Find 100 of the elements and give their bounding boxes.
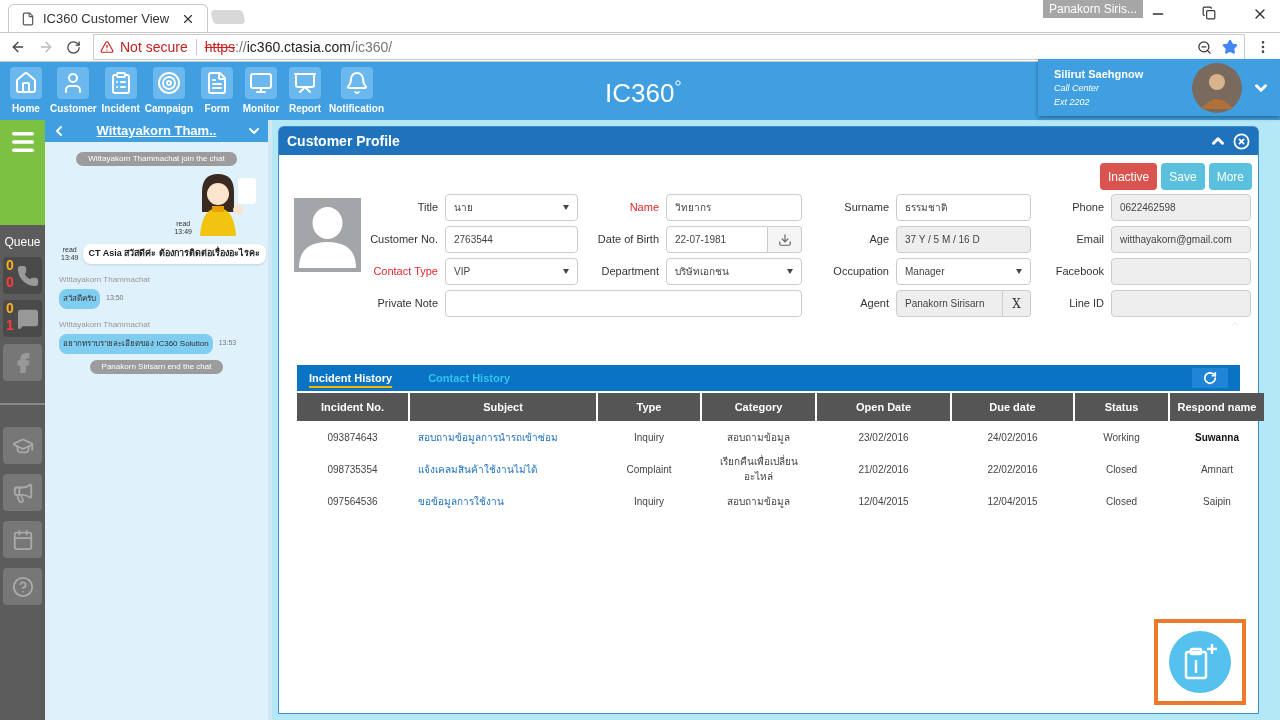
nav-item[interactable]: Form [197,66,238,116]
subject-link[interactable]: ขอข้อมูลการใช้งาน [410,485,596,517]
field-label: Title [416,201,438,214]
column-header: Category [702,393,815,421]
history-tab[interactable]: Contact History [428,369,511,387]
field-label: Occupation [832,265,889,278]
table-cell-text: 098735354 [326,462,379,477]
customer-message: อยากทราบรายละเอียดของ IC360 Solution [59,333,213,354]
phone-queue-button[interactable]: 0 0 [3,257,42,294]
restore-icon[interactable] [1202,6,1216,20]
text-field[interactable]: 2763544 [445,226,578,253]
table-cell-text: 093874643 [326,430,379,445]
action-button[interactable]: Inactive [1099,163,1158,190]
select-field[interactable]: VIP [445,258,578,285]
target-icon [152,66,185,99]
facebook-button[interactable] [3,344,42,381]
forward-icon[interactable] [38,39,54,55]
field-label: Date of Birth [596,233,659,246]
profile-badge[interactable]: Panakorn Siris... [1043,0,1144,18]
calendar-button[interactable] [3,521,42,558]
dropdown-caret-icon [787,269,793,274]
history-tab[interactable]: Incident History [309,369,393,387]
missed-count: 1 [6,318,14,332]
table-cell-text: 097564536 [326,494,379,509]
column-header: Subject [410,393,596,421]
refresh-button[interactable] [1192,368,1228,388]
graduation-cap-button[interactable] [3,427,42,464]
zoom-icon[interactable] [1197,39,1212,55]
table-cell-text: 12/04/2015 [986,494,1039,509]
select-field[interactable]: นาย [445,194,578,221]
clear-agent-button[interactable]: X [1003,290,1031,317]
date-field[interactable]: 22-07-1981 [666,226,768,253]
user-name: Silirut Saehgnow [1054,66,1144,82]
field-label: Private Note [376,297,438,310]
field-label: Phone [1071,201,1104,214]
back-icon[interactable] [10,39,26,55]
bookmark-star-icon[interactable] [1222,39,1238,55]
nav-item[interactable]: Campaign [144,66,194,116]
nav-item[interactable]: Monitor [241,66,282,116]
refresh-icon [1203,371,1217,385]
table-cell-text: Suwanna [1194,430,1240,445]
table-cell-text: Closed [1104,462,1139,477]
table-cell-text: 23/02/2016 [857,430,910,445]
field-label: Name [628,201,659,214]
nav-item[interactable]: Customer [50,66,97,116]
nav-label: Campaign [144,101,194,116]
chat-title[interactable]: Wittayakorn Tham.. [67,121,246,141]
help-button[interactable] [3,568,42,605]
presentation-icon [289,66,322,99]
text-field[interactable]: วิทยากร [666,194,802,221]
chat-queue-button[interactable]: 0 1 [3,300,42,337]
reload-icon[interactable] [66,39,81,55]
subject-link[interactable]: แจ้งเคลมสินค้าใช้งานไม่ได้ [410,453,596,485]
column-header: Type [598,393,700,421]
table-cell-text: สอบถามข้อมูล [726,494,791,510]
ring-icon [675,80,682,86]
select-field[interactable]: บริษัทเอกชน [666,258,802,285]
security-label: Not secure [120,37,188,57]
table-cell-text: Inquiry [633,430,665,445]
nav-label: Monitor [242,101,280,116]
field-label: Agent [859,297,889,310]
table-cell-text: Saipin [1202,494,1232,509]
column-header: Incident No. [297,393,408,421]
phone-icon [16,264,39,287]
note-field[interactable] [445,290,802,317]
table-cell-text: Amnart [1199,462,1235,477]
text-field[interactable]: ธรรมชาติ [896,194,1031,221]
address-bar[interactable]: Not secure https://ic360.ctasia.com/ic360/ [93,34,1245,60]
table-cell-text: 12/04/2015 [857,494,910,509]
calendar-button[interactable] [768,226,802,253]
url-text: https://ic360.ctasia.com/ic360/ [204,37,393,57]
nav-item[interactable]: Home [6,66,46,116]
user-panel[interactable]: Silirut Saehgnow Call Center Ext 2202 [1038,59,1280,116]
bell-icon [340,66,373,99]
nav-label: Notification [329,101,385,116]
home-icon [10,66,42,99]
user-extension: Ext 2202 [1054,95,1091,109]
select-field[interactable]: Manager [896,258,1031,285]
column-header: Status [1075,393,1168,421]
browser-tab[interactable]: IC360 Customer View [8,4,208,32]
user-icon [57,66,90,99]
system-message: Panakorn Sirisarn end the chat [89,359,224,374]
nav-item[interactable]: Notification [329,66,385,116]
field-label: Age [868,233,889,246]
nav-item[interactable]: Report [285,66,326,116]
megaphone-button[interactable] [3,474,42,511]
table-cell-text: Closed [1104,494,1139,509]
sender-name: Wittayakorn Thammachat [59,273,151,286]
page-icon [21,11,35,26]
column-header: Respond name [1170,393,1264,421]
column-header: Due date [952,393,1073,421]
menu-button[interactable] [0,120,45,225]
table-cell-text: 22/02/2016 [986,462,1039,477]
nav-item[interactable]: Incident [100,66,141,116]
dropdown-caret-icon [563,269,569,274]
system-message: Wittayakorn Thammachat join the chat [76,152,237,166]
chat-bubble-icon [16,307,39,330]
subject-link[interactable]: สอบถามข้อมูลการนำรถเข้าซ่อม [410,421,596,453]
field-label: Surname [843,201,889,214]
nav-label: Report [288,101,322,116]
